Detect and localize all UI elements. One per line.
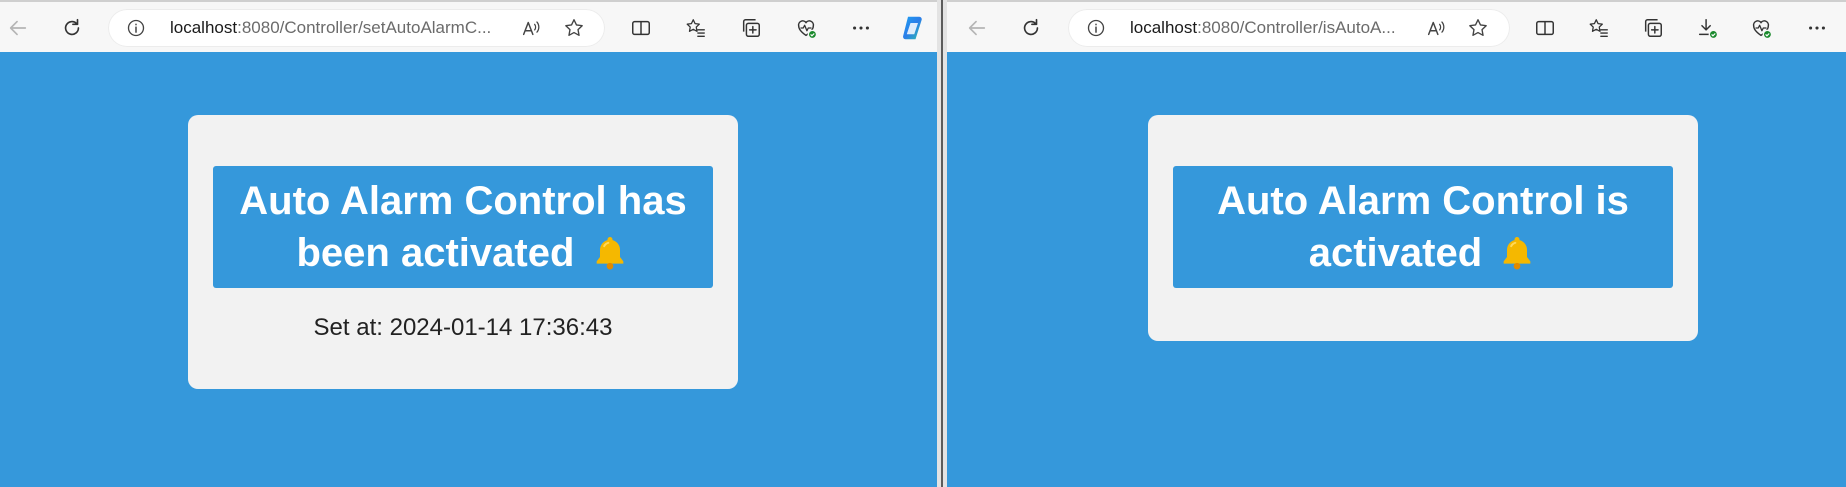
collections-button[interactable] [733, 10, 769, 46]
site-info-icon[interactable] [1086, 18, 1106, 38]
more-menu-button[interactable] [843, 10, 879, 46]
status-line-2-text: been activated [296, 231, 575, 275]
refresh-icon [64, 18, 80, 36]
copilot-icon [903, 16, 922, 40]
status-line-2: activated [1173, 227, 1673, 279]
url-path: :8080/Controller/isAutoA... [1197, 18, 1396, 37]
heart-pulse-icon [1752, 20, 1773, 40]
favorites-list-icon [686, 19, 705, 37]
window-divider [937, 0, 947, 487]
back-button[interactable] [0, 10, 36, 46]
browser-toolbar: localhost:8080/Controller/isAutoA... [947, 0, 1846, 52]
back-button[interactable] [959, 10, 995, 46]
site-info-icon[interactable] [126, 18, 146, 38]
set-at-timestamp: Set at: 2024-01-14 17:36:43 [313, 314, 613, 341]
browser-essentials-button[interactable] [1743, 10, 1779, 46]
collections-icon [1644, 19, 1662, 37]
read-aloud-icon[interactable] [1425, 17, 1447, 39]
status-line-1: Auto Alarm Control is [1217, 179, 1629, 223]
status-card: Auto Alarm Control is activated [1148, 115, 1698, 341]
status-banner: Auto Alarm Control has been activated [213, 166, 713, 288]
split-screen-button[interactable] [1527, 10, 1563, 46]
url-path: :8080/Controller/setAutoAlarmC... [237, 18, 492, 37]
back-arrow-icon [9, 20, 27, 36]
refresh-icon [1023, 18, 1039, 36]
browser-toolbar: localhost:8080/Controller/setAutoAlarmC.… [0, 0, 937, 52]
refresh-button[interactable] [1013, 10, 1049, 46]
back-arrow-icon [968, 20, 986, 36]
status-card: Auto Alarm Control has been activated Se… [188, 115, 738, 389]
status-line-2-text: activated [1308, 231, 1483, 275]
url-text[interactable]: localhost:8080/Controller/isAutoA... [1130, 18, 1415, 38]
collections-icon [742, 19, 760, 37]
favorite-star-icon[interactable] [1467, 17, 1489, 39]
more-menu-button[interactable] [1799, 10, 1835, 46]
split-screen-icon [1536, 20, 1554, 36]
bell-icon [1503, 237, 1531, 270]
favorites-button[interactable] [1581, 10, 1617, 46]
status-line-2: been activated [213, 227, 713, 279]
url-text[interactable]: localhost:8080/Controller/setAutoAlarmC.… [170, 18, 510, 38]
url-host: localhost [170, 18, 238, 37]
heart-pulse-icon [797, 20, 818, 40]
right-browser-window: localhost:8080/Controller/isAutoA... Aut… [947, 0, 1846, 487]
split-screen-button[interactable] [623, 10, 659, 46]
bell-icon [596, 237, 623, 270]
read-aloud-icon[interactable] [520, 17, 542, 39]
url-host: localhost [1130, 18, 1198, 37]
favorites-button[interactable] [678, 10, 714, 46]
status-line-1: Auto Alarm Control has [239, 179, 687, 223]
favorites-list-icon [1589, 19, 1608, 37]
more-dots-icon [1809, 26, 1825, 30]
downloads-button[interactable] [1689, 10, 1725, 46]
download-icon [1698, 19, 1719, 40]
address-bar[interactable]: localhost:8080/Controller/setAutoAlarmC.… [108, 9, 605, 47]
address-bar[interactable]: localhost:8080/Controller/isAutoA... [1068, 9, 1510, 47]
refresh-button[interactable] [54, 10, 90, 46]
browser-essentials-button[interactable] [788, 10, 824, 46]
more-dots-icon [853, 26, 869, 30]
status-banner: Auto Alarm Control is activated [1173, 166, 1673, 288]
split-screen-icon [632, 20, 650, 36]
copilot-button[interactable] [895, 10, 931, 46]
left-browser-window: localhost:8080/Controller/setAutoAlarmC.… [0, 0, 937, 487]
collections-button[interactable] [1635, 10, 1671, 46]
favorite-star-icon[interactable] [563, 17, 585, 39]
